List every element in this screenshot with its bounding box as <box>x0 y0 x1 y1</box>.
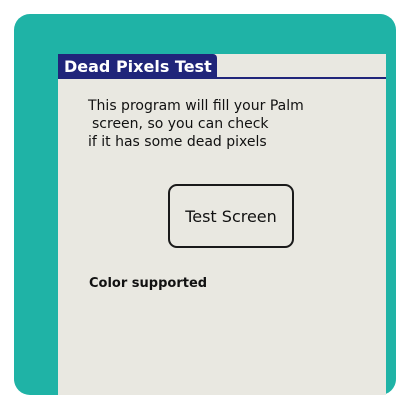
description-line-2: screen, so you can check <box>92 116 269 132</box>
color-support-status: Color supported <box>89 276 208 291</box>
palm-screen: Dead Pixels Test This program will fill … <box>58 54 386 395</box>
description-text: This program will fill your Palm screen,… <box>88 97 378 151</box>
description-line-1: This program will fill your Palm <box>88 98 304 114</box>
description-line-3: if it has some dead pixels <box>88 134 267 150</box>
test-screen-button[interactable]: Test Screen <box>168 184 294 248</box>
device-frame: Dead Pixels Test This program will fill … <box>14 14 396 395</box>
app-title: Dead Pixels Test <box>58 54 217 79</box>
